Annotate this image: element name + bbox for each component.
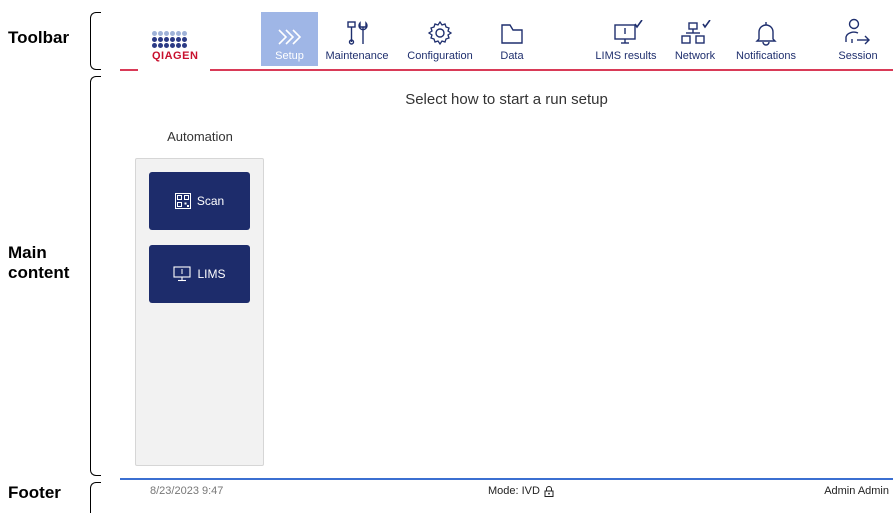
- footer-user: Admin Admin: [824, 485, 889, 497]
- toolbar-notifications-button[interactable]: Notifications: [726, 12, 806, 66]
- gear-icon: [427, 20, 453, 46]
- folder-icon: [501, 24, 523, 44]
- annotation-footer-label: Footer: [8, 483, 61, 502]
- toolbar-maintenance-label: Maintenance: [325, 50, 389, 62]
- annotation-toolbar-label: Toolbar: [8, 28, 70, 47]
- toolbar-network-button[interactable]: Network: [668, 12, 722, 66]
- page-title: Select how to start a run setup: [405, 91, 608, 108]
- annotation-toolbar-bracket: [90, 12, 101, 70]
- toolbar-lims-results-button[interactable]: LIMS results: [590, 12, 662, 66]
- network-check-icon: [681, 20, 711, 44]
- qr-code-icon: [174, 193, 191, 209]
- toolbar-setup-label: Setup: [275, 50, 304, 62]
- app-window: QIAGEN Setup Maintenance Configuration D…: [120, 0, 893, 500]
- annotation-main-content-label: Main content: [8, 243, 70, 282]
- toolbar-divider-left: [120, 69, 138, 71]
- toolbar-network-label: Network: [674, 50, 716, 62]
- toolbar-lims-results-label: LIMS results: [595, 50, 657, 62]
- footer-divider: [120, 478, 893, 480]
- scan-button[interactable]: Scan: [149, 172, 250, 230]
- footer: 8/23/2023 9:47 Mode: IVD Admin Admin: [120, 476, 893, 500]
- toolbar-divider: [210, 69, 893, 71]
- footer-mode: Mode: IVD: [488, 485, 554, 497]
- tools-icon: [347, 21, 368, 45]
- automation-panel: Scan LIMS: [135, 158, 264, 466]
- lock-icon: [544, 485, 554, 497]
- toolbar-configuration-label: Configuration: [407, 50, 473, 62]
- chevrons-right-icon: [277, 29, 301, 45]
- bell-icon: [755, 22, 777, 46]
- annotation-main-content-bracket: [90, 76, 101, 476]
- toolbar-maintenance-button[interactable]: Maintenance: [322, 12, 392, 66]
- user-logout-icon: [845, 18, 870, 45]
- toolbar: QIAGEN Setup Maintenance Configuration D…: [120, 0, 893, 71]
- toolbar-data-label: Data: [500, 50, 524, 62]
- toolbar-notifications-label: Notifications: [736, 50, 796, 62]
- logo-text: QIAGEN: [152, 50, 199, 62]
- scan-button-label: Scan: [196, 194, 225, 208]
- toolbar-session-button[interactable]: Session: [830, 12, 886, 66]
- lims-button-label: LIMS: [197, 267, 226, 281]
- monitor-icon: [173, 266, 192, 282]
- toolbar-session-label: Session: [838, 50, 878, 62]
- automation-column-header: Automation: [167, 129, 233, 144]
- annotation-footer-bracket: [90, 482, 101, 513]
- footer-datetime: 8/23/2023 9:47: [150, 485, 224, 497]
- toolbar-setup-button[interactable]: Setup: [261, 12, 318, 66]
- footer-mode-label: Mode: IVD: [488, 485, 540, 497]
- lims-button[interactable]: LIMS: [149, 245, 250, 303]
- qiagen-logo: QIAGEN: [142, 31, 208, 71]
- toolbar-data-button[interactable]: Data: [490, 12, 534, 66]
- main-content: Select how to start a run setup Automati…: [120, 72, 893, 476]
- toolbar-configuration-button[interactable]: Configuration: [401, 12, 479, 66]
- logo-dots-icon: [152, 31, 208, 48]
- monitor-check-icon: [614, 20, 643, 44]
